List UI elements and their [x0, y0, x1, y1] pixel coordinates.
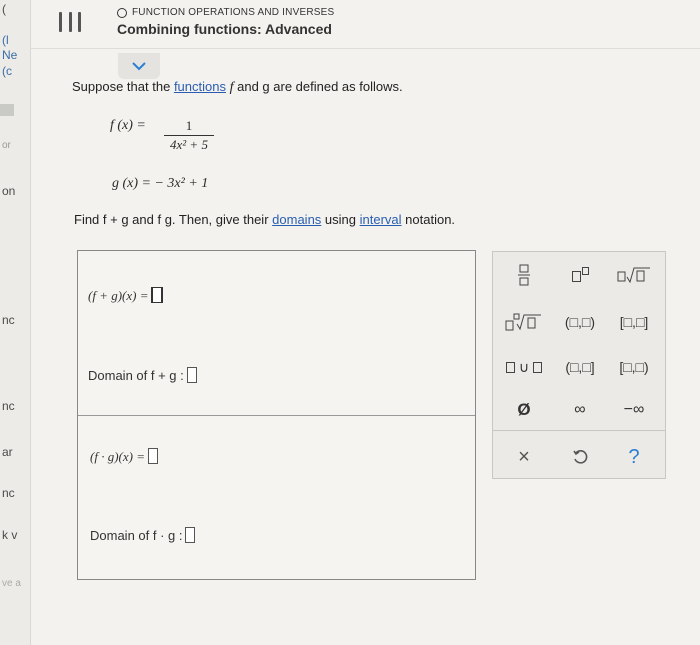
strip-fragment: or	[2, 140, 11, 151]
sum-row: (f + g)(x) =	[88, 287, 162, 304]
strip-fragment: Ne	[2, 48, 18, 62]
open-interval-button[interactable]: (□,□)	[553, 307, 607, 337]
exponent-icon	[571, 267, 589, 283]
product-domain-label: Domain of f · g :	[90, 528, 183, 543]
negative-infinity-button[interactable]: −∞	[607, 395, 661, 425]
sum-domain-row: Domain of f + g :	[88, 367, 197, 383]
header-divider	[30, 48, 700, 49]
open-closed-interval-button[interactable]: (□,□]	[553, 352, 607, 382]
fraction-button[interactable]	[497, 260, 551, 290]
f-denominator: 4x² + 5	[170, 137, 208, 152]
sqrt-button[interactable]	[607, 260, 661, 290]
domains-link[interactable]: domains	[272, 212, 321, 227]
product-domain-row: Domain of f · g :	[90, 527, 196, 543]
union-icon: ∪	[505, 359, 543, 376]
undo-icon	[573, 450, 588, 464]
topic-text: FUNCTION OPERATIONS AND INVERSES	[132, 7, 335, 18]
strip-fragment: k v	[2, 528, 18, 542]
product-label: (f · g)(x) =	[90, 449, 145, 464]
strip-fragment: (	[2, 2, 6, 16]
infinity-button[interactable]: ∞	[553, 395, 607, 425]
strip-fragment: nc	[2, 486, 15, 500]
clear-button[interactable]: ×	[497, 442, 551, 472]
menu-icon[interactable]	[59, 12, 81, 32]
f-numerator: 1	[185, 118, 193, 133]
interval-link[interactable]: interval	[360, 212, 402, 227]
nth-root-icon	[505, 313, 541, 331]
strip-fragment: ar	[2, 445, 13, 459]
product-row: (f · g)(x) =	[90, 448, 158, 465]
strip-fragment: nc	[2, 399, 15, 413]
answer-area: (f + g)(x) = Domain of f + g : (f · g)(x…	[77, 250, 476, 580]
sum-domain-label: Domain of f + g :	[88, 368, 184, 383]
expand-chevron-button[interactable]	[118, 53, 160, 79]
closed-open-interval-button[interactable]: [□,□)	[607, 352, 661, 382]
empty-set-button[interactable]: Ø	[497, 395, 551, 425]
chevron-down-icon	[132, 61, 146, 70]
closed-interval-button[interactable]: [□,□]	[607, 307, 661, 337]
undo-button[interactable]	[553, 442, 607, 472]
strip-block	[0, 104, 14, 116]
sum-label: (f + g)(x) =	[88, 288, 149, 303]
union-button[interactable]: ∪	[497, 352, 551, 382]
palette-divider	[493, 430, 665, 431]
strip-fragment: ve a	[2, 578, 21, 589]
topic-circle-icon	[117, 7, 127, 18]
sum-domain-input[interactable]	[186, 367, 197, 383]
math-palette: (□,□) [□,□] ∪ (□,□] [□,□) Ø ∞ −∞ × ?	[492, 251, 666, 479]
strip-fragment: nc	[2, 313, 15, 327]
sqrt-icon	[617, 267, 650, 284]
product-answer-input[interactable]	[147, 448, 158, 464]
previous-panel-strip: ( (l Ne (c or on nc nc ar nc k v ve a	[0, 0, 31, 645]
page-title: Combining functions: Advanced	[117, 21, 332, 37]
functions-link[interactable]: functions	[174, 79, 226, 94]
product-domain-input[interactable]	[185, 527, 196, 543]
help-button[interactable]: ?	[607, 442, 661, 472]
g-definition: g (x) = − 3x² + 1	[112, 176, 209, 191]
find-instruction: Find f + g and f g. Then, give their dom…	[74, 212, 456, 227]
nth-root-button[interactable]	[497, 307, 551, 337]
topic-label: FUNCTION OPERATIONS AND INVERSES	[117, 7, 334, 18]
exponent-button[interactable]	[553, 260, 607, 290]
f-fraction: 1 4x² + 5	[164, 118, 214, 153]
strip-fragment: (l	[2, 33, 9, 47]
sum-answer-input[interactable]	[151, 287, 162, 303]
f-definition-lhs: f (x) =	[110, 118, 146, 133]
problem-prompt: Suppose that the functions f and g are d…	[72, 79, 403, 95]
answer-divider	[78, 415, 475, 416]
fraction-icon	[518, 264, 530, 286]
strip-fragment: (c	[2, 64, 12, 78]
strip-fragment: on	[2, 184, 16, 198]
